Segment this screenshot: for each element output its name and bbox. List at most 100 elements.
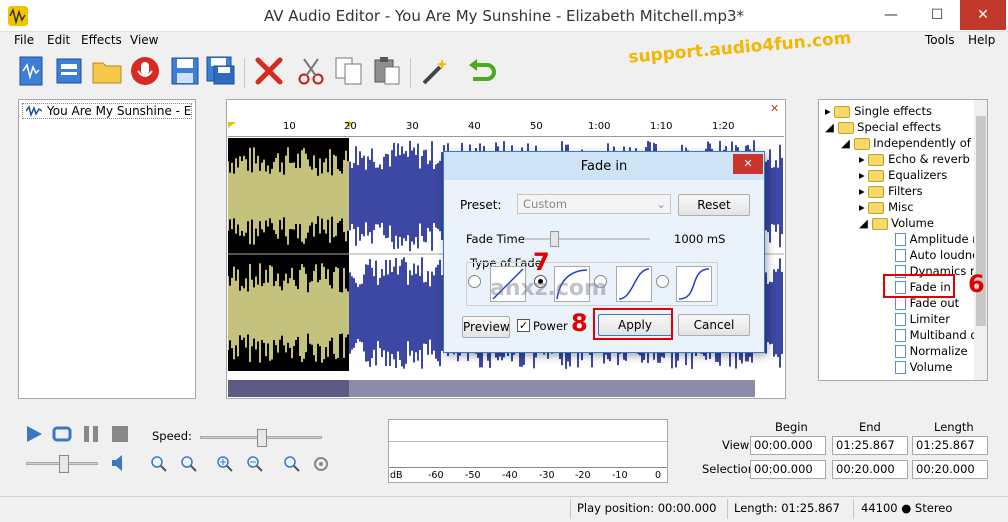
tree-multiband[interactable]: Multiband dy [895, 328, 984, 342]
tree-normalize[interactable]: Normalize [895, 344, 968, 358]
tree-special-effects[interactable]: ◢ Special effects [825, 120, 941, 134]
horizontal-scrollbar[interactable] [228, 380, 755, 397]
copy-icon[interactable] [332, 54, 366, 88]
tree-volume[interactable]: Volume [895, 360, 952, 374]
fade-scurve-icon[interactable] [616, 266, 652, 302]
zoom-reset-icon[interactable] [312, 455, 330, 473]
ruler-tick: 10 [283, 121, 296, 132]
selection-end-field[interactable]: 00:20.000 [832, 460, 908, 479]
cut-icon[interactable] [294, 54, 328, 88]
tree-filters[interactable]: ▸ Filters [859, 184, 923, 198]
menu-view[interactable]: View [130, 33, 158, 47]
tree-limiter[interactable]: Limiter [895, 312, 950, 326]
play-icon[interactable] [24, 424, 44, 444]
cancel-button[interactable]: Cancel [678, 314, 750, 336]
tree-auto-loudness[interactable]: Auto loudnes [895, 248, 985, 262]
meter-label: -60 [428, 470, 444, 481]
save-icon[interactable] [168, 54, 202, 88]
view-length-field[interactable]: 01:25.867 [912, 436, 988, 455]
effect-doc-icon [895, 249, 906, 262]
fade-type-radio-4[interactable] [656, 275, 669, 288]
start-marker-icon[interactable] [228, 117, 236, 128]
open-folder-icon[interactable] [90, 54, 124, 88]
tree-scrollbar[interactable] [974, 100, 987, 380]
dialog-close-button[interactable]: ✕ [733, 154, 763, 174]
view-end-field[interactable]: 01:25.867 [832, 436, 908, 455]
close-button[interactable]: ✕ [960, 0, 1006, 30]
magic-wand-icon[interactable] [418, 54, 452, 88]
zoom-in-selection-icon[interactable] [150, 455, 168, 473]
tree-independently[interactable]: ◢ Independently of cha [841, 136, 987, 150]
selection-begin-field[interactable]: 00:00.000 [750, 460, 826, 479]
timeline-ruler: 10 20 30 40 50 1:00 1:10 1:20 [228, 117, 784, 137]
folder-icon [868, 153, 885, 166]
scrollbar-thumb[interactable] [228, 380, 349, 397]
delete-icon[interactable] [252, 54, 286, 88]
loop-icon[interactable] [52, 424, 72, 444]
paste-icon[interactable] [370, 54, 404, 88]
undo-icon[interactable] [464, 54, 498, 88]
toolbar-divider [410, 58, 411, 88]
tree-volume-folder[interactable]: ◢ Volume [859, 216, 934, 230]
tree-single-effects[interactable]: ▸ Single effects [825, 104, 932, 118]
stop-icon[interactable] [110, 424, 130, 444]
menu-file[interactable]: File [14, 33, 34, 47]
title-bar: AV Audio Editor - You Are My Sunshine - … [0, 0, 1008, 32]
zoom-out-selection-icon[interactable] [180, 455, 198, 473]
speaker-icon[interactable] [110, 454, 128, 472]
meter-label: 0 [655, 470, 662, 481]
tree-misc[interactable]: ▸ Misc [859, 200, 914, 214]
record-icon[interactable] [128, 54, 162, 88]
toolbar-divider [244, 58, 245, 88]
speed-slider-thumb[interactable] [257, 429, 267, 447]
level-meter: dB -60 -50 -40 -30 -20 -10 0 [388, 419, 668, 483]
effect-doc-icon [895, 313, 906, 326]
folder-icon [837, 121, 854, 134]
zoom-in-icon[interactable] [216, 455, 234, 473]
preset-select[interactable]: Custom ⌄ [517, 194, 671, 214]
fade-time-label: Fade Time [466, 232, 525, 246]
menu-edit[interactable]: Edit [47, 33, 70, 47]
zoom-fit-icon[interactable] [282, 455, 302, 473]
open-audio-icon[interactable] [52, 54, 86, 88]
close-wave-icon[interactable]: ✕ [770, 102, 779, 115]
zoom-out-icon[interactable] [246, 455, 264, 473]
minimize-button[interactable]: — [868, 0, 914, 30]
effect-doc-icon [895, 233, 906, 246]
fade-time-slider[interactable] [524, 231, 650, 247]
speed-slider[interactable] [200, 429, 322, 447]
volume-slider[interactable] [26, 455, 98, 473]
toolbar [0, 50, 1008, 94]
reset-button[interactable]: Reset [678, 194, 750, 216]
tree-equalizers[interactable]: ▸ Equalizers [859, 168, 947, 182]
slider-thumb[interactable] [550, 231, 559, 247]
length-label: Length [934, 420, 974, 434]
save-as-icon[interactable] [204, 54, 238, 88]
selection-length-field[interactable]: 00:20.000 [912, 460, 988, 479]
file-name: You Are My Sunshine - Elizabe [47, 104, 192, 118]
view-begin-field[interactable]: 00:00.000 [750, 436, 826, 455]
length-status: Length: 01:25.867 [734, 501, 840, 515]
audio-file-icon [25, 105, 43, 118]
maximize-button[interactable]: ☐ [914, 0, 960, 30]
folder-icon [868, 169, 885, 182]
menu-help[interactable]: Help [968, 33, 995, 47]
meter-label: -30 [539, 470, 555, 481]
preview-button[interactable]: Preview [462, 316, 510, 338]
fade-type-radio-1[interactable] [468, 275, 481, 288]
volume-slider-thumb[interactable] [59, 455, 69, 473]
power-checkbox[interactable]: ✓ [517, 319, 530, 332]
new-file-icon[interactable] [14, 54, 48, 88]
fade-steep-icon[interactable] [676, 266, 712, 302]
file-list-item[interactable]: You Are My Sunshine - Elizabe [22, 103, 192, 119]
tree-echo-reverb[interactable]: ▸ Echo & reverb [859, 152, 970, 166]
step-marker-6: 6 [968, 270, 985, 298]
menu-effects[interactable]: Effects [81, 33, 122, 47]
tree-fade-out[interactable]: Fade out [895, 296, 959, 310]
apply-highlight [593, 308, 673, 340]
play-position-status: Play position: 00:00.000 [577, 501, 717, 515]
pause-icon[interactable] [82, 424, 100, 444]
fade-in-highlight [883, 274, 955, 298]
watermark: anxz.com [490, 276, 607, 301]
menu-tools[interactable]: Tools [925, 33, 955, 47]
